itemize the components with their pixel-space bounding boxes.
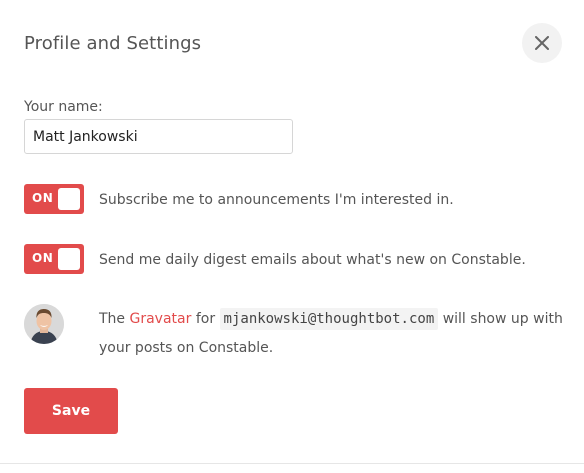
save-button[interactable]: Save (24, 388, 118, 434)
announcements-toggle-label: Subscribe me to announcements I'm intere… (99, 192, 454, 208)
toggle-knob (58, 188, 80, 210)
toggle-state-text: ON (32, 251, 54, 265)
gravatar-link[interactable]: Gravatar (130, 311, 192, 327)
toggle-state-text: ON (32, 191, 54, 205)
gravatar-prefix: The (99, 311, 130, 327)
close-icon (535, 36, 549, 50)
daily-digest-toggle-label: Send me daily digest emails about what's… (99, 252, 526, 268)
gravatar-middle: for (191, 311, 220, 327)
modal-title: Profile and Settings (24, 33, 202, 54)
gravatar-info: The Gravatar for mjankowski@thoughtbot.c… (99, 305, 569, 363)
announcements-toggle[interactable]: ON (24, 184, 84, 214)
email-address: mjankowski@thoughtbot.com (219, 308, 439, 330)
profile-settings-modal: Profile and Settings Your name: ON Subsc… (0, 0, 584, 473)
toggle-knob (58, 248, 80, 270)
name-input[interactable] (24, 119, 293, 154)
avatar (24, 304, 64, 344)
daily-digest-toggle[interactable]: ON (24, 244, 84, 274)
name-field-label: Your name: (24, 99, 103, 115)
close-button[interactable] (522, 23, 562, 63)
divider (0, 463, 584, 464)
